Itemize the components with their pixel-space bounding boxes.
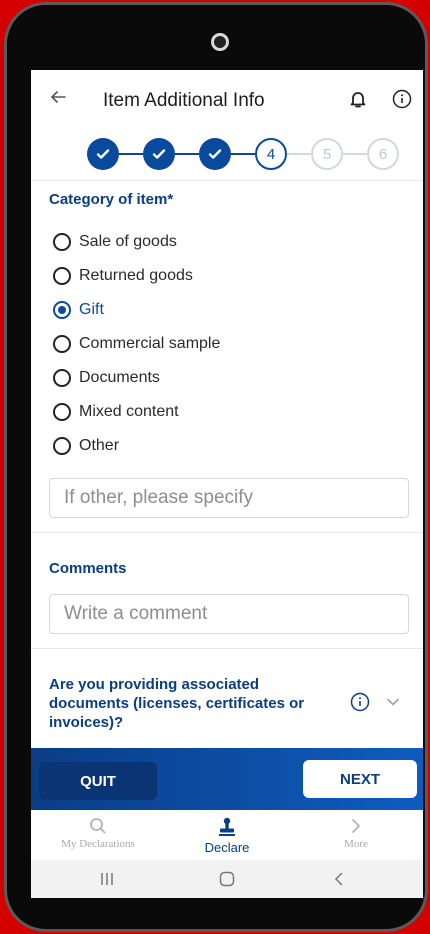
step-5-pending: 5 — [311, 138, 343, 170]
comments-title: Comments — [49, 560, 127, 577]
other-specify-input[interactable] — [50, 479, 408, 517]
next-button[interactable]: NEXT — [303, 760, 417, 798]
divider — [31, 532, 423, 533]
tab-my-declarations[interactable]: My Declarations — [33, 816, 163, 850]
search-icon — [90, 818, 106, 834]
step-2-completed — [143, 138, 175, 170]
tab-label: More — [344, 838, 368, 850]
radio-label: Documents — [79, 369, 160, 386]
radio-label: Other — [79, 437, 120, 454]
step-3-completed — [199, 138, 231, 170]
tab-more[interactable]: More — [291, 816, 421, 850]
camera-lens — [211, 33, 229, 51]
check-icon — [152, 149, 166, 159]
radio-button[interactable] — [53, 335, 71, 353]
bell-icon[interactable] — [347, 88, 369, 110]
other-specify-field[interactable] — [49, 478, 409, 518]
radio-option-mixed-content[interactable]: Mixed content — [53, 400, 179, 424]
radio-option-other[interactable]: Other — [53, 434, 119, 458]
radio-button[interactable] — [53, 369, 71, 387]
divider — [31, 648, 423, 649]
tab-label: My Declarations — [61, 838, 135, 850]
radio-label: Mixed content — [79, 403, 179, 420]
recent-apps-icon[interactable] — [97, 869, 117, 889]
radio-button[interactable] — [53, 267, 71, 285]
radio-option-gift[interactable]: Gift — [53, 298, 104, 322]
arrow-left-icon[interactable] — [49, 88, 67, 112]
radio-button[interactable] — [53, 233, 71, 251]
page-title: Item Additional Info — [103, 90, 265, 111]
divider — [31, 180, 423, 181]
chevron-down-icon[interactable] — [385, 694, 401, 710]
app-header: Item Additional Info — [31, 70, 423, 130]
progress-stepper: 4 5 6 — [87, 138, 399, 174]
step-connector — [343, 153, 367, 155]
step-connector — [231, 153, 255, 155]
radio-button[interactable] — [53, 403, 71, 421]
step-connector — [287, 153, 311, 155]
step-6-pending: 6 — [367, 138, 399, 170]
chevron-right-icon — [352, 819, 361, 833]
radio-option-documents[interactable]: Documents — [53, 366, 160, 390]
system-navigation-bar — [31, 860, 423, 898]
bottom-tab-bar: My Declarations Declare More — [31, 810, 423, 860]
radio-label: Commercial sample — [79, 335, 221, 352]
step-connector — [119, 153, 143, 155]
check-icon — [96, 149, 110, 159]
app-screen: Item Additional Info 4 5 6 Category of i… — [31, 70, 423, 898]
documents-question[interactable]: Are you providing associated documents (… — [49, 675, 339, 732]
home-icon[interactable] — [217, 869, 237, 889]
radio-button-selected[interactable] — [53, 301, 71, 319]
step-connector — [175, 153, 199, 155]
radio-option-returned-goods[interactable]: Returned goods — [53, 264, 193, 288]
step-4-current: 4 — [255, 138, 287, 170]
check-icon — [208, 149, 222, 159]
back-nav-icon[interactable] — [329, 869, 349, 889]
category-title: Category of item* — [49, 191, 174, 208]
comment-input[interactable] — [50, 595, 408, 633]
info-icon[interactable] — [391, 88, 413, 110]
info-icon[interactable] — [349, 691, 371, 713]
step-1-completed — [87, 138, 119, 170]
radio-label: Gift — [79, 301, 104, 318]
radio-label: Sale of goods — [79, 233, 177, 250]
phone-frame: Item Additional Info 4 5 6 Category of i… — [4, 2, 428, 932]
radio-option-commercial-sample[interactable]: Commercial sample — [53, 332, 220, 356]
tab-declare[interactable]: Declare — [162, 816, 292, 855]
radio-label: Returned goods — [79, 267, 193, 284]
quit-button[interactable]: QUIT — [39, 762, 157, 800]
tab-label: Declare — [204, 840, 250, 855]
stamp-icon — [219, 817, 235, 836]
comment-field[interactable] — [49, 594, 409, 634]
action-bar: QUIT NEXT — [31, 748, 423, 810]
radio-button[interactable] — [53, 437, 71, 455]
radio-option-sale-of-goods[interactable]: Sale of goods — [53, 230, 177, 254]
